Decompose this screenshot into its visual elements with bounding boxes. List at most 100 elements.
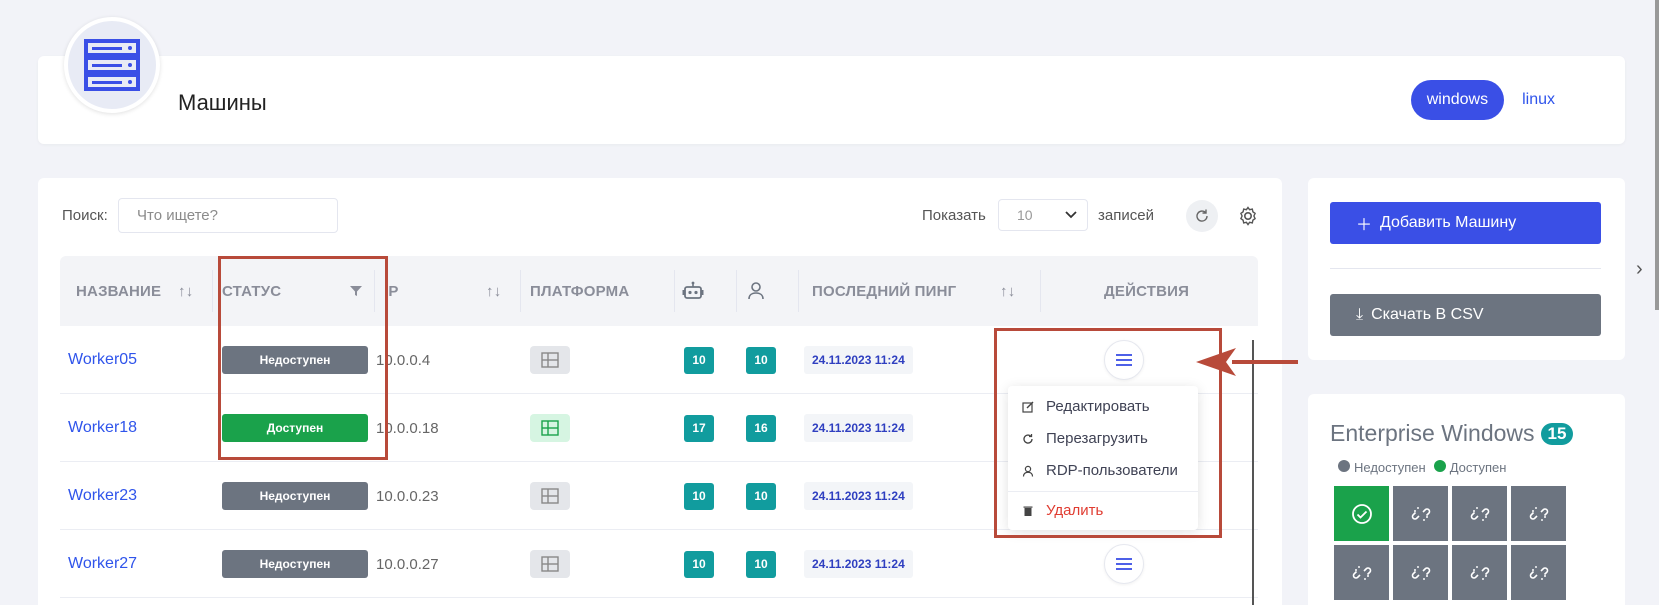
pool-count-badge: 15 — [1540, 422, 1574, 445]
header-card — [38, 56, 1625, 144]
legend-available-label: Доступен — [1449, 460, 1507, 475]
settings-button[interactable] — [1232, 200, 1264, 232]
check-circle-icon — [1351, 503, 1372, 524]
col-actions: ДЕЙСТВИЯ — [1104, 256, 1189, 326]
machine-name-link[interactable]: Worker27 — [68, 555, 137, 573]
refresh-button[interactable] — [1186, 200, 1218, 232]
legend-unavailable: Недоступен — [1338, 460, 1426, 475]
broken-link-icon — [1411, 506, 1430, 521]
download-csv-button[interactable]: ⤓ Скачать В CSV — [1330, 294, 1601, 336]
machine-tile[interactable] — [1393, 545, 1448, 600]
broken-link-icon — [1411, 565, 1430, 580]
row-actions-button[interactable] — [1104, 340, 1144, 380]
col-ip[interactable]: IP — [384, 256, 399, 326]
table-row: Worker05 Недоступен 10.0.0.4 10 10 24.11… — [60, 326, 1258, 394]
broken-link-icon — [1470, 565, 1489, 580]
page-title: Машины — [178, 90, 267, 115]
menu-item-delete[interactable]: Удалить — [1022, 502, 1103, 519]
menu-item-restart[interactable]: Перезагрузить — [1022, 430, 1148, 447]
machine-tile[interactable] — [1511, 486, 1566, 541]
scrollbar[interactable] — [1655, 0, 1659, 310]
broken-link-icon — [1529, 506, 1548, 521]
machine-tile[interactable] — [1334, 545, 1389, 600]
sort-icon[interactable]: ↑↓ — [486, 256, 501, 326]
robot-icon — [682, 256, 704, 326]
user-icon — [748, 256, 764, 326]
broken-link-icon — [1352, 565, 1371, 580]
users-count-badge: 10 — [746, 482, 776, 510]
column-divider — [674, 270, 675, 312]
download-icon: ⤓ — [1356, 306, 1364, 323]
page-size-select[interactable]: 10 — [998, 199, 1088, 231]
broken-link-icon — [1529, 565, 1548, 580]
users-count-badge: 10 — [746, 550, 776, 578]
broken-link-icon — [1470, 506, 1489, 521]
table-header: НАЗВАНИЕ ↑↓ СТАТУС IP ↑↓ ПЛАТФОРМА ПОСЛЕ… — [60, 256, 1258, 326]
status-badge: Доступен — [222, 414, 368, 442]
legend-unavailable-label: Недоступен — [1354, 460, 1426, 475]
machine-name-link[interactable]: Worker23 — [68, 487, 137, 505]
table-row: Worker27 Недоступен 10.0.0.27 10 10 24.1… — [60, 530, 1258, 598]
machine-tile[interactable] — [1452, 486, 1507, 541]
users-count-badge: 10 — [746, 346, 776, 374]
status-badge: Недоступен — [222, 482, 368, 510]
tab-windows[interactable]: windows — [1410, 80, 1505, 120]
col-platform[interactable]: ПЛАТФОРМА — [530, 256, 629, 326]
column-divider — [736, 270, 737, 312]
server-logo-icon — [64, 17, 160, 113]
row-action-menu: Редактировать Перезагрузить RDP-пользова… — [1008, 386, 1198, 530]
records-label: записей — [1098, 207, 1154, 224]
machine-tile[interactable] — [1393, 486, 1448, 541]
user-icon — [1022, 465, 1034, 477]
show-label: Показать — [922, 207, 986, 224]
pool-title-label: Enterprise Windows — [1330, 420, 1535, 446]
col-status-label: СТАТУС — [222, 282, 282, 300]
col-last-ping[interactable]: ПОСЛЕДНИЙ ПИНГ — [812, 256, 956, 326]
column-divider — [1040, 270, 1041, 312]
chevron-down-icon — [1065, 211, 1077, 219]
platform-tabs: windows linux — [1410, 80, 1563, 120]
menu-item-delete-label: Удалить — [1046, 502, 1104, 519]
menu-item-rdp-users-label: RDP-пользователи — [1046, 462, 1178, 479]
status-badge: Недоступен — [222, 346, 368, 374]
annotation-arrow — [1196, 348, 1298, 376]
machine-tile[interactable] — [1452, 545, 1507, 600]
users-count-badge: 16 — [746, 414, 776, 442]
windows-icon — [530, 346, 570, 374]
machine-pool-card: Enterprise Windows 15 Недоступен Доступе… — [1308, 394, 1625, 605]
table-toolbar: Поиск: Показать 10 записей — [38, 198, 1282, 234]
plus-icon: ＋ — [1356, 217, 1373, 234]
tab-linux[interactable]: linux — [1514, 80, 1563, 120]
windows-icon — [530, 550, 570, 578]
machine-actions-card: ＋ Добавить Машину ⤓ Скачать В CSV — [1308, 178, 1625, 360]
sort-icon[interactable]: ↑↓ — [1000, 256, 1015, 326]
row-actions-button[interactable] — [1104, 544, 1144, 584]
col-status[interactable]: СТАТУС — [222, 256, 281, 326]
add-machine-button[interactable]: ＋ Добавить Машину — [1330, 202, 1601, 244]
search-input[interactable] — [118, 198, 338, 233]
bots-count-badge: 10 — [684, 482, 714, 510]
bots-count-badge: 17 — [684, 414, 714, 442]
machine-name-link[interactable]: Worker18 — [68, 419, 137, 437]
filter-icon[interactable] — [350, 256, 362, 326]
menu-item-restart-label: Перезагрузить — [1046, 430, 1148, 447]
sort-icon[interactable]: ↑↓ — [178, 256, 193, 326]
ip-address: 10.0.0.23 — [376, 487, 439, 505]
ip-address: 10.0.0.4 — [376, 351, 431, 369]
machine-name-link[interactable]: Worker05 — [68, 351, 137, 369]
last-ping-badge: 24.11.2023 11:24 — [804, 550, 913, 578]
column-divider — [374, 270, 375, 312]
last-ping-badge: 24.11.2023 11:24 — [804, 482, 913, 510]
col-name[interactable]: НАЗВАНИЕ — [76, 256, 161, 326]
status-badge: Недоступен — [222, 550, 368, 578]
menu-item-rdp-users[interactable]: RDP-пользователи — [1022, 462, 1178, 479]
col-last-ping-label: ПОСЛЕДНИЙ ПИНГ — [812, 282, 957, 300]
col-ip-label: IP — [384, 282, 399, 300]
machine-tile[interactable] — [1334, 486, 1389, 541]
bots-count-badge: 10 — [684, 346, 714, 374]
windows-icon — [530, 414, 570, 442]
chevron-right-icon[interactable]: › — [1636, 258, 1643, 281]
pool-title: Enterprise Windows 15 — [1330, 420, 1574, 447]
menu-item-edit[interactable]: Редактировать — [1022, 398, 1150, 415]
machine-tile[interactable] — [1511, 545, 1566, 600]
